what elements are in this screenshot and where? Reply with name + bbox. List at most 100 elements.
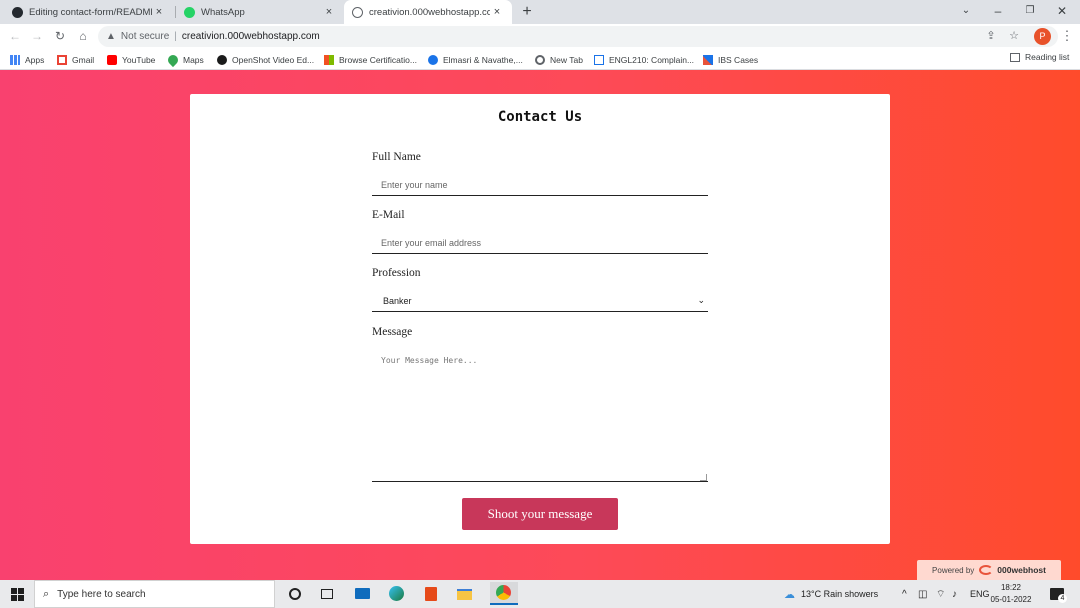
windows-taskbar: ⌕ Type here to search ☁ 13°C Rain shower…	[0, 580, 1080, 608]
bookmark-label: Maps	[183, 54, 204, 65]
search-icon: ⌕	[43, 587, 50, 600]
chrome-icon	[535, 54, 545, 65]
message-textarea[interactable]	[372, 348, 708, 482]
reading-list-icon	[1010, 52, 1020, 62]
restore-icon[interactable]: ❐	[1014, 0, 1046, 24]
back-arrow-icon[interactable]: ←	[6, 27, 24, 45]
bookmark-gmail[interactable]: Gmail	[57, 52, 94, 67]
tab-creativion[interactable]: creativion.000webhostapp.com ×	[344, 0, 512, 24]
address-bar[interactable]: ▲ Not secure | creativion.000webhostapp.…	[98, 26, 1058, 47]
windows-logo-icon	[10, 587, 24, 601]
clock-date: 05-01-2022	[990, 595, 1032, 604]
whatsapp-icon	[184, 6, 195, 18]
microsoft-icon	[324, 54, 334, 65]
github-icon	[12, 6, 23, 18]
more-menu-icon[interactable]: ⋮	[1058, 27, 1076, 45]
contact-form-card: Contact Us Full Name E-Mail Profession B…	[190, 94, 890, 544]
close-icon[interactable]: ×	[490, 6, 504, 18]
bookmark-label: Browse Certificatio...	[339, 54, 417, 65]
gmail-icon	[57, 54, 67, 65]
tab-github[interactable]: Editing contact-form/README.m ×	[4, 0, 174, 24]
url-text[interactable]: creativion.000webhostapp.com	[182, 31, 320, 42]
email-label: E-Mail	[372, 209, 405, 221]
mail-icon[interactable]	[354, 585, 372, 603]
address-separator: |	[174, 31, 177, 42]
email-input[interactable]	[372, 232, 708, 254]
bookmarks-bar: Apps Gmail YouTube Maps OpenShot Video E…	[0, 49, 1080, 70]
file-explorer-icon[interactable]	[456, 585, 474, 603]
notification-center-button[interactable]: 4	[1050, 580, 1073, 608]
profession-select[interactable]: Banker ⌄	[372, 290, 708, 312]
notification-count-badge: 4	[1058, 593, 1067, 603]
warning-triangle-icon[interactable]: ▲	[106, 31, 116, 42]
bookmark-star-icon[interactable]: ☆	[1005, 27, 1023, 45]
taskbar-clock[interactable]: 18:22 05-01-2022	[990, 582, 1032, 606]
task-view-icon[interactable]	[318, 585, 336, 603]
openshot-icon	[217, 54, 227, 65]
bookmark-elmasri[interactable]: Elmasri & Navathe,...	[428, 52, 523, 67]
edge-icon[interactable]	[388, 585, 406, 603]
reading-list-label: Reading list	[1025, 52, 1070, 62]
message-label: Message	[372, 326, 413, 338]
bookmark-new-tab[interactable]: New Tab	[535, 52, 583, 67]
tray-chevron-up-icon[interactable]: ^	[902, 580, 907, 608]
bookmark-openshot[interactable]: OpenShot Video Ed...	[217, 52, 314, 67]
tab-whatsapp[interactable]: WhatsApp ×	[176, 0, 344, 24]
cortana-circle-icon[interactable]	[286, 585, 304, 603]
submit-button[interactable]: Shoot your message	[462, 498, 618, 530]
bookmark-label: YouTube	[122, 54, 156, 65]
bookmark-certifications[interactable]: Browse Certificatio...	[324, 52, 417, 67]
bookmark-engl210[interactable]: ENGL210: Complain...	[594, 52, 694, 67]
weather-widget[interactable]: ☁ 13°C Rain showers	[784, 580, 878, 608]
taskbar-search-box[interactable]: ⌕ Type here to search	[34, 580, 275, 608]
page-title: Contact Us	[497, 109, 583, 125]
new-tab-button[interactable]: +	[518, 2, 536, 22]
profession-selected-value: Banker	[383, 295, 412, 306]
start-button[interactable]	[0, 580, 34, 608]
profile-avatar[interactable]: P	[1034, 28, 1051, 45]
office-icon[interactable]	[422, 585, 440, 603]
ta-icon	[594, 54, 604, 65]
bookmark-youtube[interactable]: YouTube	[107, 52, 155, 67]
close-icon[interactable]: ×	[322, 6, 336, 18]
reload-icon[interactable]: ↻	[51, 27, 69, 45]
chrome-taskbar-icon[interactable]	[490, 582, 518, 605]
weather-text: 13°C Rain showers	[801, 589, 879, 599]
wifi-icon[interactable]: ⌔	[936, 580, 945, 608]
tab-title: creativion.000webhostapp.com	[369, 6, 490, 18]
bookmark-label: Elmasri & Navathe,...	[443, 54, 523, 65]
bookmark-label: New Tab	[550, 54, 583, 65]
tab-title: Editing contact-form/README.m	[29, 6, 152, 18]
clock-time: 18:22	[1000, 583, 1022, 592]
p-circle-icon	[428, 54, 438, 65]
000webhost-logo-icon	[979, 565, 994, 575]
bookmark-label: IBS Cases	[718, 54, 759, 65]
globe-icon	[352, 6, 363, 18]
tab-search-chevron-icon[interactable]: ⌄	[950, 0, 982, 24]
home-icon[interactable]: ⌂	[74, 27, 92, 45]
minimize-icon[interactable]: –	[982, 0, 1014, 24]
language-indicator[interactable]: ENG	[970, 580, 990, 608]
powered-by-badge[interactable]: Powered by 000webhost	[917, 560, 1061, 580]
bookmark-maps[interactable]: Maps	[165, 52, 204, 67]
ibs-icon	[703, 54, 713, 65]
bookmark-label: Apps	[25, 54, 45, 65]
network-icon[interactable]: ◫	[918, 580, 927, 608]
window-close-icon[interactable]: ✕	[1046, 0, 1078, 24]
rain-cloud-icon: ☁	[784, 588, 795, 601]
volume-icon[interactable]: ♪	[952, 580, 957, 608]
tab-strip: Editing contact-form/README.m × WhatsApp…	[0, 0, 1080, 24]
forward-arrow-icon[interactable]: →	[28, 27, 46, 45]
share-icon[interactable]: ⇪	[982, 27, 1000, 45]
bookmark-apps[interactable]: Apps	[10, 52, 44, 67]
resize-handle-icon[interactable]	[700, 474, 707, 481]
powered-by-label: Powered by	[932, 565, 975, 575]
security-label[interactable]: Not secure	[121, 31, 169, 42]
bookmark-label: Gmail	[72, 54, 95, 65]
full-name-input[interactable]	[372, 174, 708, 196]
bookmark-ibs-cases[interactable]: IBS Cases	[703, 52, 758, 67]
profession-label: Profession	[372, 267, 421, 279]
reading-list-button[interactable]: Reading list	[1010, 52, 1069, 62]
browser-toolbar: ← → ↻ ⌂ ▲ Not secure | creativion.000web…	[0, 24, 1080, 49]
close-icon[interactable]: ×	[152, 6, 166, 18]
